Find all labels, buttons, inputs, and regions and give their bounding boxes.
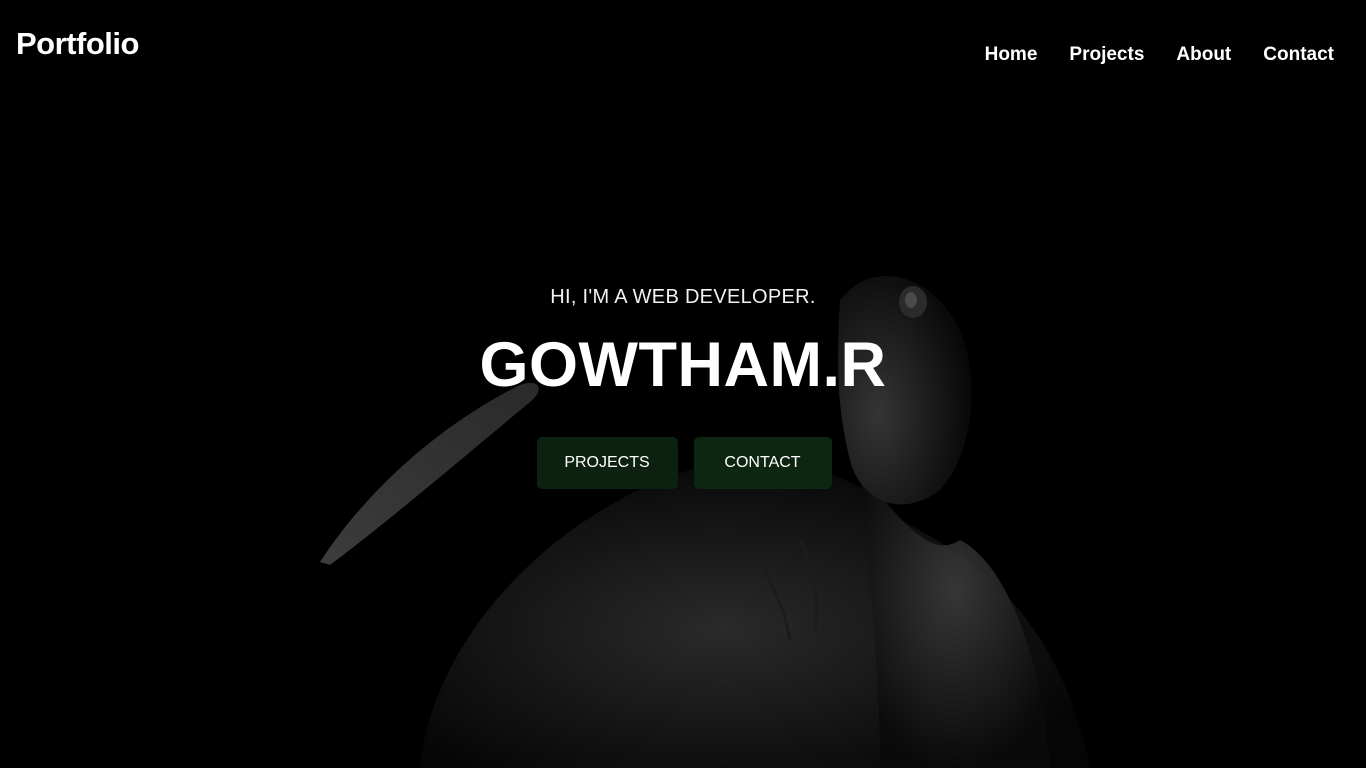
contact-button[interactable]: CONTACT [693, 437, 832, 489]
nav-about-link[interactable]: About [1176, 44, 1231, 66]
nav-contact-link[interactable]: Contact [1263, 44, 1334, 66]
nav-home-link[interactable]: Home [985, 44, 1038, 66]
projects-button[interactable]: PROJECTS [536, 437, 678, 489]
portfolio-page: Portfolio Home Projects About Contact HI… [0, 0, 1366, 768]
hero-tagline: HI, I'M A WEB DEVELOPER. [550, 286, 816, 308]
hero-section: HI, I'M A WEB DEVELOPER. GOWTHAM.R PROJE… [0, 286, 1366, 489]
nav-projects-link[interactable]: Projects [1069, 44, 1144, 66]
site-logo[interactable]: Portfolio [16, 26, 139, 62]
hero-name: GOWTHAM.R [479, 330, 887, 400]
hero-buttons: PROJECTS CONTACT [2, 437, 1366, 489]
main-nav: Home Projects About Contact [985, 44, 1334, 66]
